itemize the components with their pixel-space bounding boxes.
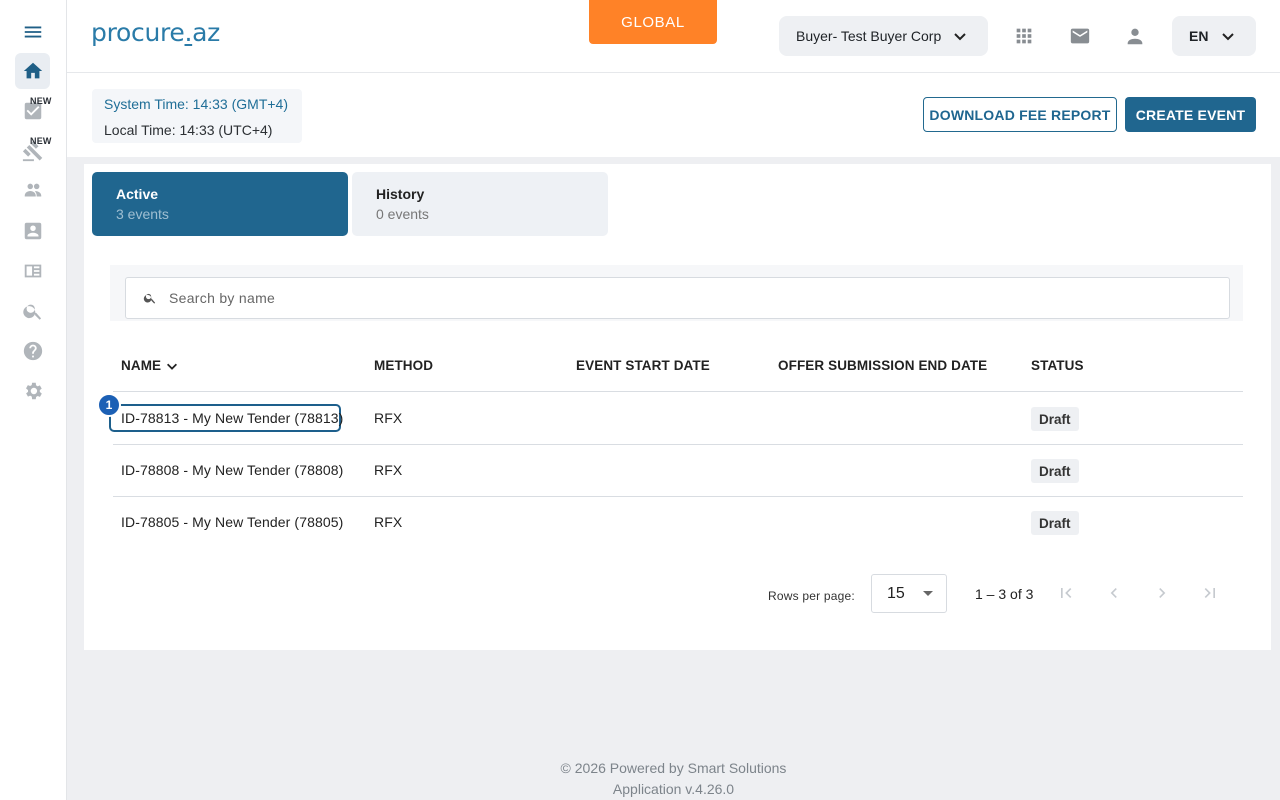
tab-history[interactable]: History 0 events [352, 172, 608, 236]
table-header: NAME METHOD EVENT START DATE OFFER SUBMI… [113, 346, 1243, 392]
column-label: NAME [121, 358, 162, 373]
step-marker: 1 [97, 393, 121, 417]
language-select-value: EN [1189, 28, 1209, 44]
company-select[interactable]: Buyer- Test Buyer Corp [779, 16, 988, 56]
search-input[interactable] [169, 278, 1209, 318]
mail-icon[interactable] [1068, 24, 1092, 48]
footer-copyright: © 2026 Powered by Smart Solutions [560, 760, 787, 776]
download-fee-report-button[interactable]: DOWNLOAD FEE REPORT [923, 97, 1117, 132]
events-card: Active 3 events History 0 events NAME ME… [84, 164, 1271, 650]
tab-count: 0 events [376, 206, 429, 222]
rows-per-page-select[interactable]: 15 [871, 574, 947, 613]
time-info: System Time: 14:33 (GMT+4) Local Time: 1… [92, 89, 302, 143]
rows-per-page-label: Rows per page: [768, 589, 855, 603]
event-name-link[interactable]: ID-78813 - My New Tender (78813) [121, 410, 343, 426]
help-icon[interactable] [15, 333, 50, 369]
column-method-header: METHOD [374, 358, 434, 373]
create-event-button[interactable]: CREATE EVENT [1125, 97, 1256, 132]
search-field[interactable] [125, 277, 1230, 319]
column-name-header[interactable]: NAME [121, 358, 179, 373]
last-page-icon[interactable] [1200, 583, 1220, 603]
toolbar: System Time: 14:33 (GMT+4) Local Time: 1… [67, 73, 1280, 157]
procure-logo[interactable]: procure.az [91, 18, 220, 47]
apps-grid-icon[interactable] [1012, 24, 1036, 48]
settings-icon[interactable] [15, 373, 50, 409]
top-header: procure.az GLOBAL Buyer- Test Buyer Corp… [67, 0, 1280, 73]
status-badge: Draft [1031, 511, 1079, 535]
logo-domain: az [192, 18, 220, 47]
footer: © 2026 Powered by Smart Solutions Applic… [67, 758, 1280, 800]
event-method: RFX [374, 410, 403, 426]
sort-chevron-icon [167, 363, 178, 370]
table-row[interactable]: 1 ID-78813 - My New Tender (78813) RFX D… [97, 393, 1243, 445]
event-method: RFX [374, 514, 403, 530]
dropdown-arrow-icon [923, 591, 933, 596]
previous-page-icon[interactable] [1104, 583, 1124, 603]
next-page-icon[interactable] [1152, 583, 1172, 603]
event-name-link[interactable]: ID-78805 - My New Tender (78805) [121, 514, 343, 530]
table-row[interactable]: ID-78805 - My New Tender (78805) RFX Dra… [113, 497, 1243, 549]
chevron-down-icon [1222, 33, 1234, 41]
people-icon[interactable] [15, 173, 50, 209]
first-page-icon[interactable] [1056, 583, 1076, 603]
menu-icon[interactable] [15, 14, 50, 50]
column-end-date-header: OFFER SUBMISSION END DATE [778, 358, 988, 373]
event-name-link[interactable]: ID-78808 - My New Tender (78808) [121, 462, 343, 478]
contact-card-icon[interactable] [15, 213, 50, 249]
catalog-icon[interactable] [15, 253, 50, 289]
status-badge: Draft [1031, 459, 1079, 483]
search-icon[interactable] [15, 293, 50, 329]
column-status-header: STATUS [1031, 358, 1084, 373]
event-method: RFX [374, 462, 403, 478]
system-time: System Time: 14:33 (GMT+4) [104, 96, 288, 112]
global-button[interactable]: GLOBAL [589, 0, 717, 44]
language-select[interactable]: EN [1172, 16, 1256, 56]
tab-label: Active [116, 186, 159, 202]
logo-text: procure [91, 18, 185, 47]
column-start-date-header: EVENT START DATE [576, 358, 710, 373]
tab-label: History [376, 186, 425, 202]
local-time: Local Time: 14:33 (UTC+4) [104, 122, 273, 138]
tab-count: 3 events [116, 206, 169, 222]
new-badge: NEW [30, 136, 52, 146]
user-icon[interactable] [1123, 24, 1147, 48]
table-row[interactable]: ID-78808 - My New Tender (78808) RFX Dra… [113, 445, 1243, 497]
pagination-range: 1 – 3 of 3 [975, 586, 1034, 602]
status-badge: Draft [1031, 407, 1079, 431]
home-icon[interactable] [15, 53, 50, 89]
search-bar [110, 265, 1243, 321]
sidebar: NEW NEW [0, 0, 67, 800]
rows-per-page-value: 15 [887, 585, 905, 602]
new-badge: NEW [30, 96, 52, 106]
footer-version: Application v.4.26.0 [612, 781, 735, 797]
tab-active[interactable]: Active 3 events [92, 172, 348, 236]
search-icon [143, 293, 156, 304]
company-select-value: Buyer- Test Buyer Corp [796, 28, 942, 44]
chevron-down-icon [954, 33, 966, 41]
